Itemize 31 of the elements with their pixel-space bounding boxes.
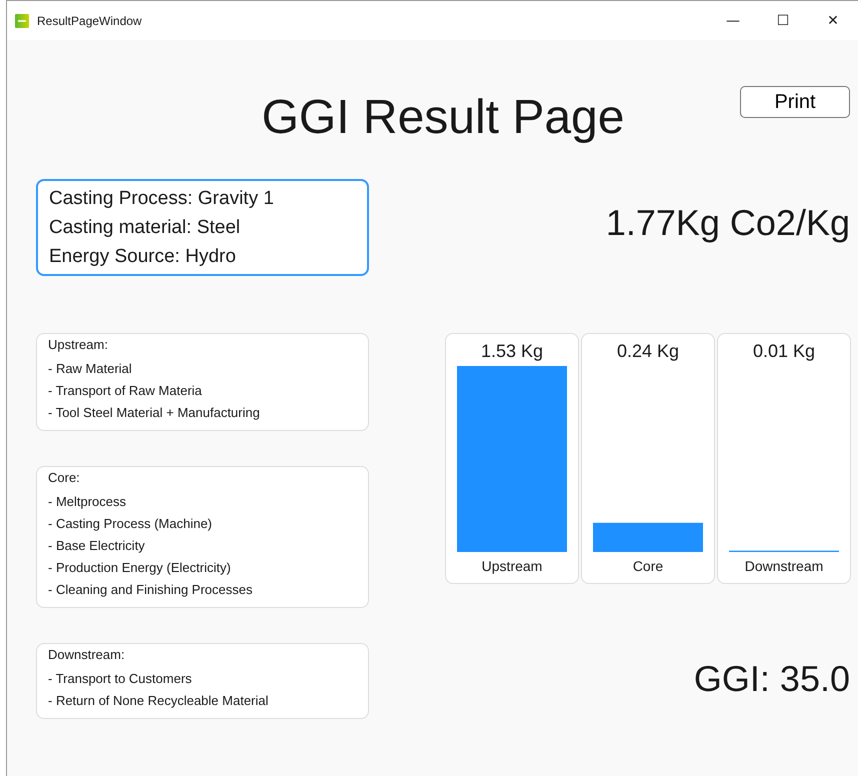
- close-button[interactable]: ✕: [808, 2, 858, 38]
- info-text: Energy Source: Hydro: [49, 246, 237, 268]
- value-reading: 0.01 Kg: [752, 340, 816, 363]
- value-reading: 0.24 Kg: [616, 340, 680, 363]
- total-emission: 1.77Kg Co2/Kg: [606, 202, 850, 244]
- info-text: Casting Process: Gravity 1: [49, 188, 275, 210]
- category-label: Upstream: [482, 557, 542, 576]
- category-item: - Raw Material: [48, 360, 133, 378]
- category-item: - Meltprocess: [48, 493, 128, 511]
- category-title: Downstream:: [48, 647, 126, 662]
- category-item: - Base Electricity: [48, 537, 146, 555]
- category-item: - Transport of Raw Materia: [48, 382, 203, 400]
- value-reading: 1.53 Kg: [480, 340, 544, 363]
- category-item: - Tool Steel Material + Manufacturing: [48, 404, 261, 422]
- page-heading: GGI Result Page: [260, 90, 626, 146]
- category-item: - Transport to Customers: [48, 670, 193, 688]
- category-label: Core: [632, 557, 664, 576]
- category-title: Core:: [48, 470, 81, 485]
- info-text: Casting material: Steel: [49, 216, 242, 238]
- minimize-button[interactable]: —: [708, 2, 758, 38]
- category-label: Downstream: [744, 557, 824, 576]
- maximize-button[interactable]: ☐: [758, 2, 808, 38]
- category-item: - Return of None Recycleable Material: [48, 692, 270, 710]
- app-logo-icon: [15, 14, 29, 28]
- window-title: ResultPageWindow: [37, 14, 142, 28]
- print-button[interactable]: Print: [740, 86, 850, 118]
- category-item: - Production Energy (Electricity): [48, 559, 232, 577]
- category-title: Upstream:: [48, 337, 109, 352]
- category-item: - Casting Process (Machine): [48, 515, 213, 533]
- category-item: - Cleaning and Finishing Processes: [48, 581, 254, 599]
- ggi-score: GGI: 35.0: [692, 658, 850, 700]
